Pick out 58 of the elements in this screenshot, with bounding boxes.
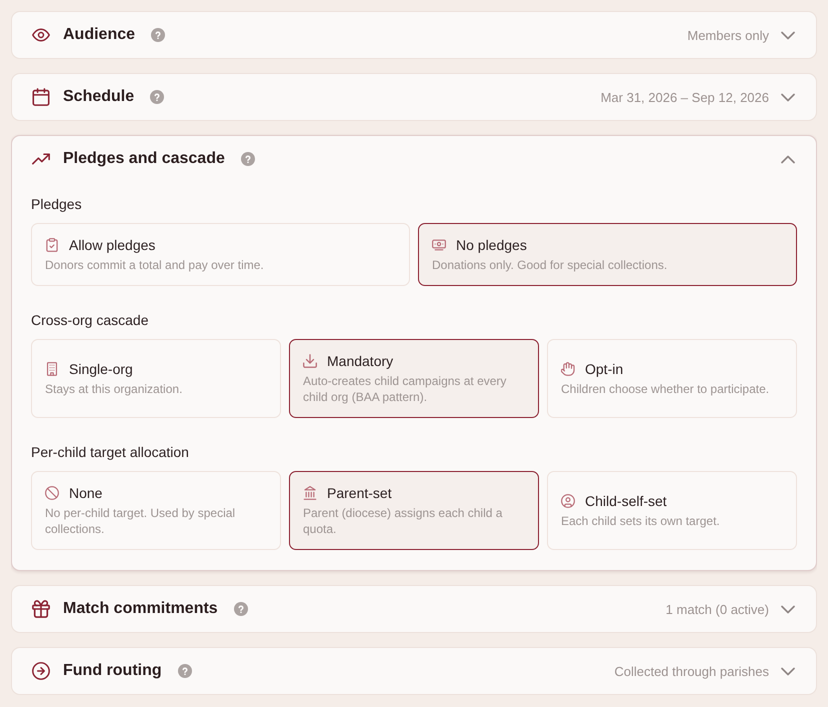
chevron-down-icon[interactable] — [781, 604, 795, 614]
option-card[interactable]: Allow pledges Donors commit a total and pay over time. — [31, 223, 410, 286]
option-title: Parent-set — [327, 484, 392, 502]
section-summary: Mar 31, 2026 – Sep 12, 2026 — [600, 90, 769, 104]
option-group-label: Pledges — [31, 195, 83, 213]
section-title: Schedule — [63, 88, 134, 106]
arrow-circle-icon — [32, 662, 50, 680]
section-summary: Collected through parishes — [614, 664, 769, 678]
help-icon[interactable] — [178, 664, 192, 678]
option-title: Opt-in — [585, 360, 624, 378]
hand-icon — [561, 362, 575, 376]
section-summary: Members only — [687, 28, 769, 42]
eye-icon — [32, 26, 50, 44]
download-icon — [303, 354, 317, 368]
option-group-label: Cross-org cascade — [31, 311, 150, 329]
option-description: Donors commit a total and pay over time. — [45, 257, 265, 273]
chevron-up-icon[interactable] — [781, 154, 795, 164]
banknote-icon — [432, 238, 446, 252]
section-title: Audience — [63, 26, 136, 44]
chevron-down-icon[interactable] — [781, 30, 795, 40]
option-title: Single-org — [69, 360, 133, 378]
help-icon[interactable] — [240, 152, 255, 166]
option-description: Auto-creates child campaigns at every child org (BAA pattern). — [303, 373, 508, 405]
gift-icon — [32, 600, 50, 618]
option-card[interactable]: Single-org Stays at this organization. — [31, 339, 281, 418]
option-card[interactable]: No pledges Donations only. Good for special collections. — [418, 223, 797, 286]
option-card[interactable]: Opt-in Children choose whether to participate. — [547, 339, 797, 418]
option-title: No pledges — [456, 236, 527, 254]
option-card[interactable]: Parent-set Parent (diocese) assigns each child a quota. — [289, 471, 539, 550]
user-circle-icon — [561, 494, 575, 508]
option-description: Each child sets its own target. — [561, 513, 721, 529]
option-card[interactable]: Child-self-set Each child sets its own target. — [547, 471, 797, 550]
option-description: Donations only. Good for special collections. — [432, 257, 668, 273]
section-title: Fund routing — [63, 662, 162, 680]
option-description: No per-child target. Used by special collections. — [45, 505, 236, 537]
option-description: Children choose whether to participate. — [561, 381, 770, 397]
section-title: Match commitments — [63, 600, 218, 618]
no-entry-icon — [45, 486, 59, 500]
help-icon[interactable] — [151, 28, 166, 42]
option-title: Allow pledges — [69, 236, 156, 254]
building-icon — [45, 362, 59, 376]
option-title: Child-self-set — [585, 492, 667, 510]
clipboard-icon — [45, 238, 59, 252]
option-card[interactable]: None No per-child target. Used by special collections. — [31, 471, 281, 550]
option-group-label: Per-child target allocation — [31, 443, 190, 461]
option-description: Parent (diocese) assigns each child a quota. — [303, 505, 504, 537]
help-icon[interactable] — [234, 602, 248, 616]
option-card[interactable]: Mandatory Auto-creates child campaigns at every child org (BAA pattern). — [289, 339, 539, 418]
section-summary: 1 match (0 active) — [666, 602, 769, 616]
help-icon[interactable] — [150, 90, 164, 104]
chevron-down-icon[interactable] — [781, 666, 795, 676]
option-title: Mandatory — [327, 352, 394, 370]
calendar-icon — [32, 88, 50, 106]
option-description: Stays at this organization. — [45, 381, 184, 397]
section-title: Pledges and cascade — [63, 150, 225, 168]
columned-building-icon — [303, 486, 317, 500]
option-title: None — [69, 484, 102, 502]
chevron-down-icon[interactable] — [781, 92, 795, 102]
